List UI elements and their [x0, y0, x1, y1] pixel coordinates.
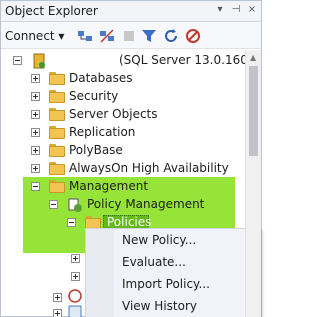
tree-item-policy-management[interactable]: Policy Management — [1, 196, 245, 214]
vertical-scrollbar[interactable]: ▲ — [245, 50, 261, 317]
expand-icon[interactable] — [31, 146, 40, 155]
tree-item-server-objects[interactable]: Server Objects — [1, 106, 245, 124]
tree-item-label: Replication — [69, 125, 136, 139]
folder-icon — [49, 126, 65, 139]
server-icon — [33, 53, 45, 69]
tree-item-label: Policies — [107, 215, 152, 229]
pin-icon[interactable]: ⊣ — [231, 4, 241, 15]
folder-icon — [49, 108, 65, 121]
maintenance-icon — [68, 305, 82, 317]
expand-icon[interactable] — [31, 74, 40, 83]
expand-icon[interactable] — [31, 110, 40, 119]
folder-icon — [49, 72, 65, 85]
expand-icon[interactable] — [31, 164, 40, 173]
tree-item-label: Server Objects — [69, 107, 158, 121]
scroll-thumb[interactable] — [249, 66, 258, 156]
collapse-toggle[interactable] — [13, 56, 22, 65]
title-bar: Object Explorer ▾ ⊣ × — [1, 1, 261, 22]
stop-icon[interactable] — [121, 28, 137, 44]
tree-item-management[interactable]: Management — [1, 178, 245, 196]
folder-icon — [49, 162, 65, 175]
activity-monitor-icon[interactable] — [185, 28, 201, 44]
toolbar: Connect ▾ — [1, 23, 261, 49]
server-node[interactable]: (SQL Server 13.0.1601 — [1, 52, 245, 70]
tree-item-alwayson[interactable]: AlwaysOn High Availability — [1, 160, 245, 178]
alert-icon — [68, 289, 82, 303]
menu-item-new-policy[interactable]: New Policy... — [122, 233, 196, 247]
dropdown-icon[interactable]: ▾ — [215, 4, 225, 15]
tree-item-security[interactable]: Security — [1, 88, 245, 106]
menu-icon-gutter — [86, 229, 114, 317]
context-menu: New Policy... Evaluate... Import Policy.… — [85, 228, 261, 317]
expand-icon[interactable] — [31, 128, 40, 137]
close-icon[interactable]: × — [247, 4, 257, 15]
filter-icon[interactable] — [141, 28, 157, 44]
tree-item-databases[interactable]: Databases — [1, 70, 245, 88]
tree-item-label: Management — [69, 179, 149, 193]
expand-icon[interactable] — [53, 309, 62, 317]
tree-item-label: Databases — [69, 71, 133, 85]
connect-object-explorer-icon[interactable] — [77, 28, 93, 44]
object-explorer-panel: Object Explorer ▾ ⊣ × Connect ▾ (SQL Ser… — [0, 0, 262, 317]
collapse-toggle[interactable] — [67, 218, 76, 227]
folder-icon — [49, 90, 65, 103]
disconnect-icon[interactable] — [99, 28, 115, 44]
expand-icon[interactable] — [71, 272, 80, 281]
expand-icon[interactable] — [53, 293, 62, 302]
tree-item-label: Policy Management — [87, 197, 205, 211]
expand-icon[interactable] — [31, 92, 40, 101]
window-title: Object Explorer — [5, 4, 98, 18]
title-controls: ▾ ⊣ × — [215, 4, 257, 15]
tree-item-replication[interactable]: Replication — [1, 124, 245, 142]
tree-item-polybase[interactable]: PolyBase — [1, 142, 245, 160]
policy-management-icon — [68, 198, 82, 212]
tree-item-label: PolyBase — [69, 143, 123, 157]
tree-item-label: AlwaysOn High Availability — [69, 161, 229, 175]
folder-icon — [49, 180, 65, 193]
server-version: (SQL Server 13.0.1601 — [119, 53, 245, 67]
folder-icon — [49, 144, 65, 157]
collapse-toggle[interactable] — [31, 182, 40, 191]
refresh-icon[interactable] — [163, 28, 179, 44]
menu-item-evaluate[interactable]: Evaluate... — [122, 255, 186, 269]
menu-item-view-history[interactable]: View History — [122, 299, 197, 313]
connect-button[interactable]: Connect ▾ — [5, 29, 64, 43]
scroll-up-icon[interactable]: ▲ — [250, 53, 256, 62]
expand-icon[interactable] — [71, 254, 80, 263]
tree-item-label: Security — [69, 89, 119, 103]
collapse-toggle[interactable] — [49, 200, 58, 209]
menu-item-import-policy[interactable]: Import Policy... — [122, 277, 210, 291]
